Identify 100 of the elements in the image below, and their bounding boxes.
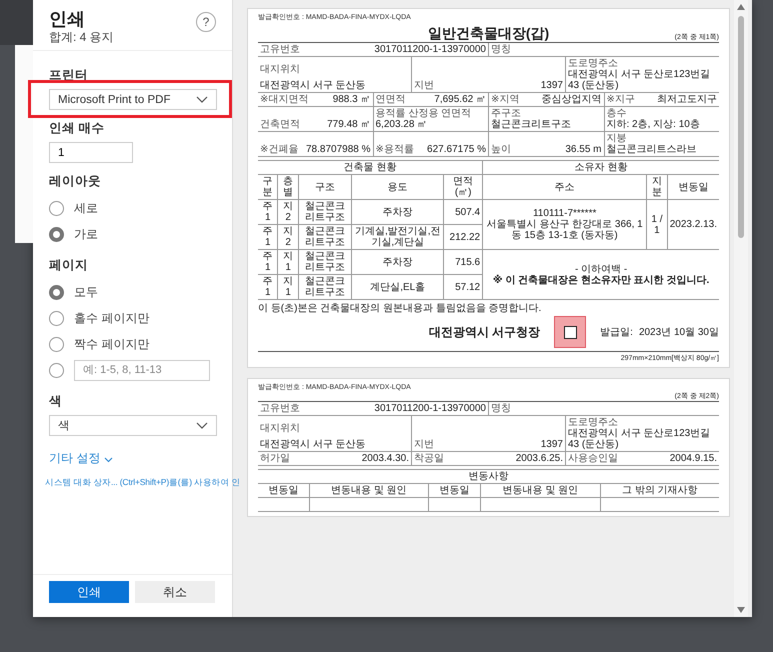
field-value: 78.8707988 % [306,144,370,155]
radio-label: 가로 [74,226,98,242]
table-cell: 507.4 [444,200,483,224]
printer-dropdown[interactable]: Microsoft Print to PDF [49,89,217,110]
color-label: 색 [49,393,63,410]
table-cell: 철근콘크리트구조 [298,274,352,300]
owner-note-text: ※ 이 건축물대장은 현소유자만 표시한 것입니다. [492,274,710,286]
table-cell: 지1 [278,250,298,274]
column-header: 그 밖의 기재사항 [600,484,719,498]
field-label: 지번 [414,439,434,450]
more-settings-link[interactable]: 기타 설정 [49,450,114,467]
field-value: 대전광역시 서구 둔산로123번길 43 (둔산동) [568,428,712,450]
radio-button[interactable] [49,336,64,352]
field-value: 627.67175 % [427,144,486,155]
field-label: 주구조 [491,108,521,119]
field-label: 도로명주소 [568,58,618,69]
field-label: 사용승인일 [568,453,618,464]
column-header: 면적(㎡) [444,174,483,200]
field-value: 1397 [540,80,563,91]
table-cell: 주차장 [352,200,444,224]
field-value: 중심상업지역 [542,94,602,105]
field-value: 2003.4.30. [362,453,409,464]
printer-label: 프린터 [49,67,89,84]
radio-button[interactable] [49,362,64,378]
help-button[interactable]: ? [196,12,216,32]
seal-drawing [554,316,586,348]
radio-button[interactable] [49,284,64,300]
field-value: 6,203.28 ㎡ [376,119,428,130]
table-cell: 철근콘크리트구조 [298,224,352,250]
table-cell: 기계실,발전기실,전기실,계단실 [352,224,444,250]
table-cell: 철근콘크리트구조 [298,200,352,224]
table-cell: 주1 [258,200,278,224]
table-heading: 변동사항 [258,470,719,484]
table-cell: 1 / 1 [646,200,668,250]
table-cell: 지1 [278,274,298,300]
table-cell: 주차장 [352,250,444,274]
scrollbar[interactable] [734,0,748,617]
field-value: 대전광역시 서구 둔산동 [260,80,366,91]
table-cell: 주1 [258,250,278,274]
field-label: 연면적 [376,94,406,105]
radio-button[interactable] [49,226,64,242]
scroll-down-icon[interactable] [737,607,745,613]
radio-button[interactable] [49,310,64,326]
cancel-button[interactable]: 취소 [135,581,215,603]
field-label: ※건폐율 [260,144,298,155]
field-label: ※대지면적 [260,94,308,105]
field-label: 높이 [491,144,511,155]
field-label: 고유번호 [260,403,300,414]
column-header: 변동일 [258,484,310,498]
table-cell: 철근콘크리트구조 [298,250,352,274]
field-value: 988.3 ㎡ [332,94,370,105]
field-label: 고유번호 [260,44,300,55]
column-header: 구분 [258,174,278,200]
scroll-up-icon[interactable] [737,4,745,10]
field-value: 철근콘크리트스라브 [606,144,696,155]
column-header: 지분 [646,174,668,200]
field-label: ※용적률 [376,144,414,155]
copies-field[interactable]: 1 [49,142,133,163]
field-label: 층수 [606,108,626,119]
color-dropdown[interactable]: 색 [49,415,217,436]
field-label: 허가일 [260,453,290,464]
radio-button[interactable] [49,200,64,216]
issuer-name: 대전광역시 서구청장 [428,326,540,338]
column-header: 층별 [278,174,298,200]
end-mark: - 이하여백 - [574,264,628,274]
field-label: 건축면적 [260,119,300,130]
dialog-title: 인쇄 [49,8,86,30]
table-heading: 소유자 현황 [482,160,719,174]
owner-id: 110111-7****** [532,208,598,219]
radio-label: 짝수 페이지만 [74,336,150,352]
column-header: 구조 [298,174,352,200]
system-dialog-link[interactable]: 시스템 대화 상자... (Ctrl+Shift+P)를(를) 사용하여 인 [45,477,240,489]
field-value: 대전광역시 서구 둔산로123번길 43 (둔산동) [568,69,712,91]
field-label: 착공일 [414,453,444,464]
field-label: 도로명주소 [568,417,618,428]
field-value: 2004.9.15. [670,453,717,464]
layout-label: 레이아웃 [49,173,102,190]
field-label: 명칭 [491,403,511,414]
field-label: 지번 [414,80,434,91]
radio-label: 세로 [74,200,98,216]
table-cell: 지2 [278,224,298,250]
field-value: 2003.6.25. [516,453,563,464]
table-cell: 주1 [258,274,278,300]
print-button[interactable]: 인쇄 [49,581,129,603]
field-value: 최저고도지구 [657,94,717,105]
page-range-field[interactable]: 예: 1-5, 8, 11-13 [74,360,210,380]
column-header: 변동일 [428,484,481,498]
table-cell: 715.6 [444,250,483,274]
radio-label: 홀수 페이지만 [74,310,150,326]
owner-address-text: 서울특별시 용산구 한강대로 366, 1동 15층 13-1호 (동자동) [486,219,644,241]
column-header: 용도 [352,174,444,200]
radio-label: 모두 [74,284,98,300]
chevron-down-icon [196,422,208,429]
field-value: 철근콘크리트구조 [491,119,571,130]
column-header: 변동내용 및 원인 [480,484,600,498]
certification-text: 이 등(초)본은 건축물대장의 원본내용과 틀림없음을 증명합니다. [258,303,542,314]
background-bar [0,0,33,45]
table-heading: 건축물 현황 [258,160,483,174]
field-value: 지하: 2층, 지상: 10층 [606,119,700,130]
chevron-down-icon [196,96,208,103]
